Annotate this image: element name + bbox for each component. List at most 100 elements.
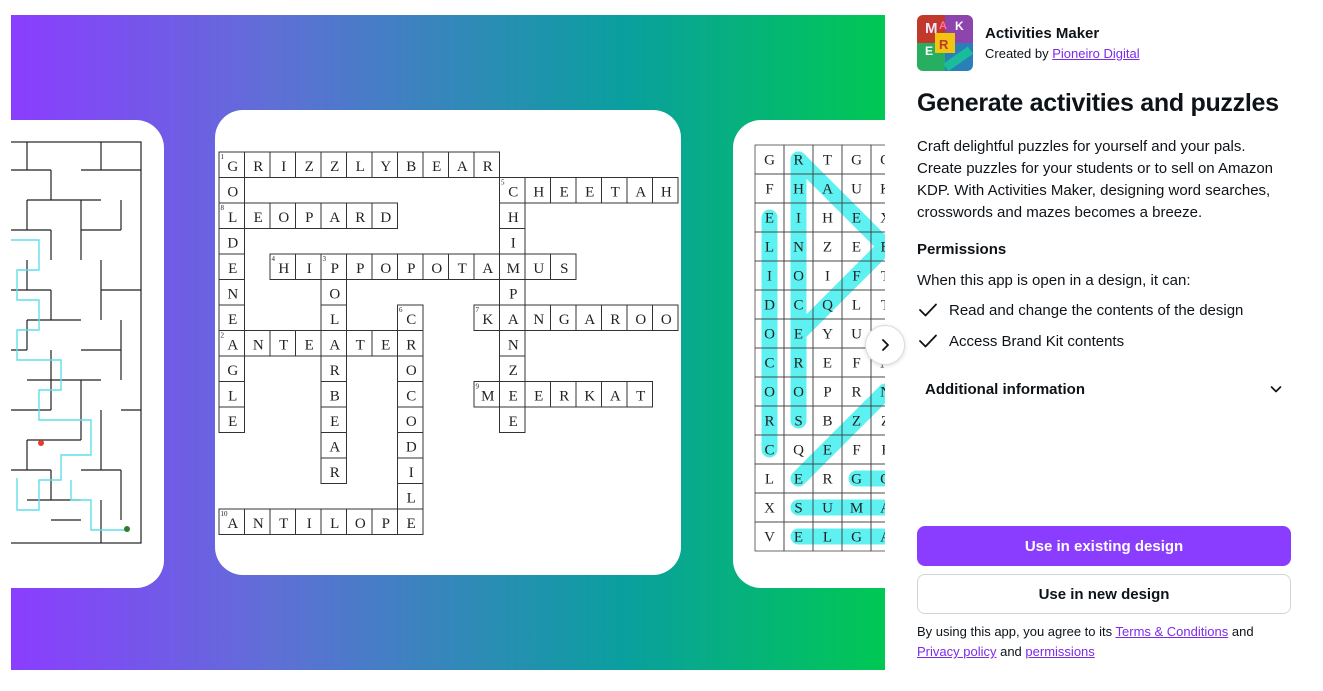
crossword-cell: O [422,253,449,280]
wordsearch-letter: S [794,501,802,517]
crossword-cell: D [218,228,245,255]
crossword-cell: E [320,406,347,433]
crossword-cell: I [499,228,526,255]
app-logo-letter: R [939,37,949,52]
permission-item: Access Brand Kit contents [917,330,1124,352]
crossword-cell: O [652,304,679,331]
created-by: Created by Pioneiro Digital [985,46,1140,61]
wordsearch-letter: F [852,269,860,285]
wordsearch-puzzle: GRTGOFHAUKEIHEXLNZEBIOIFTDCQLTOEYUICREFN… [754,144,885,552]
crossword-cell: T [626,381,653,408]
crossword-letter: A [329,337,340,353]
crossword-letter: O [278,210,289,226]
crossword-letter: P [305,210,313,226]
crossword-cell: E [218,406,245,433]
crossword-cell: E [244,202,271,229]
crossword-cell: I [269,151,296,178]
crossword-letter: O [661,312,672,328]
crossword-cell: Z [295,151,322,178]
crossword-letter: R [610,312,620,328]
crossword-cell: E [218,304,245,331]
crossword-clue-number: 8 [221,204,225,212]
crossword-cell: D [397,432,424,459]
crossword-cell: N [524,304,551,331]
check-icon [917,330,939,352]
wordsearch-letter: T [881,269,885,285]
wordsearch-letter: V [764,530,775,546]
wordsearch-letter: G [764,153,775,169]
creator-link[interactable]: Pioneiro Digital [1052,46,1139,61]
crossword-clue-number: 4 [272,255,276,263]
wordsearch-letter: Q [822,298,833,314]
permission-label: Read and change the contents of the desi… [949,301,1244,319]
crossword-cell: R [320,355,347,382]
crossword-letter: H [533,184,544,200]
wordsearch-letter: R [822,472,832,488]
wordsearch-letter: N [880,385,885,401]
wordsearch-letter: A [822,182,833,198]
crossword-letter: I [409,465,414,481]
crossword-letter: C [406,388,416,404]
crossword-cell: N [499,330,526,357]
crossword-cell: P [397,253,424,280]
crossword-cell: O [320,279,347,306]
maze-preview-card [11,120,164,588]
legal-prefix: By using this app, you agree to its [917,624,1113,639]
wordsearch-letter: L [765,240,774,256]
carousel-next-button[interactable] [865,325,905,365]
crossword-letter: T [611,184,620,200]
crossword-cell: H4 [269,253,296,280]
wordsearch-letter: F [852,443,860,459]
wordsearch-letter: R [851,385,861,401]
crossword-cell: C [397,381,424,408]
crossword-letter: T [636,388,645,404]
crossword-letter: A [329,210,340,226]
preview-carousel: G1RIZZLYBEAROC5HEETAHL8EOPARDHDIEH4IP3PO… [11,15,885,670]
additional-information-toggle[interactable]: Additional information [917,373,1291,405]
crossword-letter: R [253,159,263,175]
crossword-letter: S [560,261,568,277]
crossword-cell: C6 [397,304,424,331]
wordsearch-letter: R [793,356,803,372]
permission-item: Read and change the contents of the desi… [917,299,1243,321]
wordsearch-letter: F [881,443,885,459]
crossword-letter: O [406,414,417,430]
crossword-cell: Z [499,355,526,382]
crossword-cell: R [346,202,373,229]
crossword-cell: P3 [320,253,347,280]
wordsearch-letter: R [793,153,803,169]
crossword-letter: E [407,516,416,532]
crossword-letter: M [481,388,494,404]
crossword-letter: O [227,184,238,200]
crossword-letter: D [406,439,417,455]
crossword-letter: N [227,286,238,302]
chevron-right-icon [882,339,889,351]
crossword-cell: L8 [218,202,245,229]
wordsearch-letter: K [880,182,885,198]
wordsearch-letter: X [764,501,775,517]
wordsearch-letter: A [880,530,885,546]
crossword-cell: E [499,381,526,408]
crossword-cell: R [320,457,347,484]
crossword-letter: U [533,261,544,277]
crossword-letter: E [305,337,314,353]
crossword-cell: E [524,381,551,408]
privacy-policy-link[interactable]: Privacy policy [917,644,996,659]
use-in-new-design-button[interactable]: Use in new design [917,574,1291,614]
crossword-cell: B [320,381,347,408]
crossword-cell: E [218,253,245,280]
wordsearch-letter: U [851,327,862,343]
crossword-cell: K7 [473,304,500,331]
permissions-link[interactable]: permissions [1025,644,1094,659]
crossword-puzzle: G1R I Z Z L Y B E A RO C5H E E T A HL8E O P A R D HD IE H4I P3P O… [218,151,679,535]
crossword-letter: T [458,261,467,277]
crossword-cell: A [626,177,653,204]
crossword-cell: T [269,508,296,535]
additional-information-label: Additional information [925,380,1085,398]
crossword-cell: A [448,151,475,178]
crossword-letter: O [431,261,442,277]
crossword-cell: A10 [218,508,245,535]
terms-link[interactable]: Terms & Conditions [1116,624,1229,639]
use-in-existing-design-button[interactable]: Use in existing design [917,526,1291,566]
crossword-letter: A [584,312,595,328]
